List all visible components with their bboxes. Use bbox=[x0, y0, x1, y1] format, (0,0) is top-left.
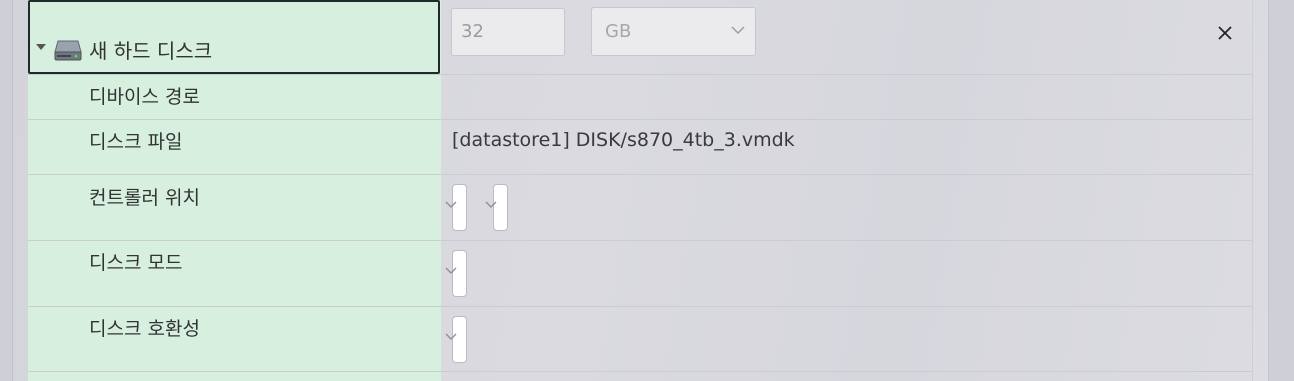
chevron-down-icon bbox=[445, 201, 457, 208]
row-divider bbox=[28, 240, 1253, 241]
chevron-down-icon bbox=[445, 267, 457, 274]
disk-file-label: 디스크 파일 bbox=[89, 131, 183, 153]
row-divider bbox=[28, 174, 1253, 175]
disk-file-value: [datastore1] DISK/s870_4tb_3.vmdk bbox=[452, 129, 795, 151]
controller-location-label: 컨트롤러 위치 bbox=[89, 187, 200, 209]
row-divider bbox=[28, 74, 1253, 75]
close-icon[interactable] bbox=[1216, 24, 1234, 42]
right-scroll-frame bbox=[1268, 0, 1294, 381]
unit-select-value: GB bbox=[605, 21, 632, 42]
left-frame bbox=[0, 0, 12, 381]
row-divider bbox=[28, 306, 1253, 307]
disk-mode-label: 디스크 모드 bbox=[89, 252, 183, 274]
value-column-edge bbox=[1252, 0, 1253, 381]
left-frame-divider bbox=[12, 0, 13, 381]
caret-down-icon[interactable] bbox=[36, 44, 46, 50]
hard-disk-icon bbox=[54, 40, 82, 61]
row-divider bbox=[28, 119, 1253, 120]
chevron-down-icon bbox=[485, 201, 497, 208]
header-title: 새 하드 디스크 bbox=[89, 39, 213, 63]
disk-compatibility-label: 디스크 호환성 bbox=[89, 318, 200, 340]
row-divider bbox=[28, 371, 1253, 372]
disk-size-unit-select[interactable]: GB bbox=[591, 7, 756, 56]
chevron-down-icon bbox=[445, 333, 457, 340]
device-path-label: 디바이스 경로 bbox=[89, 86, 200, 108]
disk-size-input[interactable]: 32 bbox=[451, 8, 565, 56]
chevron-down-icon bbox=[731, 26, 745, 34]
